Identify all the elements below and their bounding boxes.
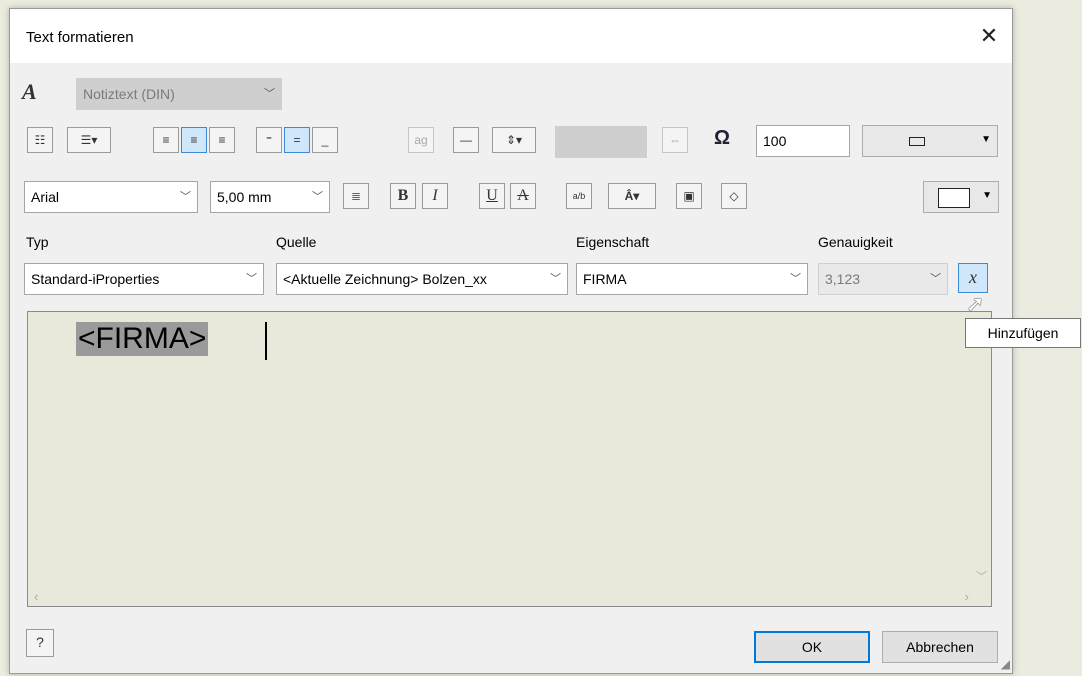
chevron-down-icon: ﹀ [312, 191, 323, 203]
typ-value: Standard-iProperties [31, 271, 160, 287]
chevron-down-icon: ﹀ [550, 273, 561, 285]
scroll-left-icon: ‹ [34, 589, 39, 604]
genauigkeit-label: Genauigkeit [818, 234, 893, 250]
dialog-title: Text formatieren [26, 29, 134, 46]
text-format-dialog: Text formatieren ✕ A Notiztext (DIN) ﹀ ☷… [9, 8, 1013, 674]
text-color-icon[interactable]: ≣ [343, 183, 369, 209]
border-preview-icon [909, 137, 925, 146]
background-select[interactable]: ▼ [923, 181, 999, 213]
text-style-select[interactable]: Notiztext (DIN) ﹀ [76, 78, 282, 110]
cancel-button[interactable]: Abbrechen [882, 631, 998, 663]
stack-icon[interactable]: a/b [566, 183, 592, 209]
align-left-icon[interactable]: ≡ [153, 127, 179, 153]
eigenschaft-select[interactable]: FIRMA ﹀ [576, 263, 808, 295]
font-value: Arial [31, 189, 60, 205]
chevron-down-icon: ▼ [981, 134, 991, 145]
text-frame-icon[interactable]: ▣ [676, 183, 702, 209]
align-top-icon[interactable]: ⁼ [256, 127, 282, 153]
underline-button[interactable]: U [479, 183, 505, 209]
line-spacing-icon[interactable]: ⇕▾ [492, 127, 536, 153]
align-right-icon[interactable]: ≡ [209, 127, 235, 153]
line-spacing-value [555, 126, 647, 158]
chevron-down-icon: ﹀ [930, 273, 941, 285]
chevron-down-icon: ﹀ [180, 191, 191, 203]
stretch-input[interactable]: 100 [756, 125, 850, 157]
title-bar: Text formatieren ✕ [10, 9, 1012, 63]
property-field-token[interactable]: <FIRMA> [76, 322, 209, 356]
text-style-value: Notiztext (DIN) [83, 86, 175, 102]
help-icon: ? [36, 634, 44, 650]
quelle-value: <Aktuelle Zeichnung> Bolzen_xx [283, 271, 487, 287]
stretch-value: 100 [763, 133, 787, 149]
bold-button[interactable]: B [390, 183, 416, 209]
scroll-right-icon: › [964, 589, 969, 604]
fill-color-icon[interactable]: ◇ [721, 183, 747, 209]
align-middle-icon[interactable]: = [284, 127, 310, 153]
font-size-value: 5,00 mm [217, 189, 272, 205]
strikethrough-button[interactable]: A [510, 183, 536, 209]
function-icon: x [969, 267, 977, 287]
fit-text-icon[interactable]: ⇔ [662, 127, 688, 153]
typ-label: Typ [26, 234, 49, 250]
text-caret [265, 322, 267, 360]
typ-select[interactable]: Standard-iProperties ﹀ [24, 263, 264, 295]
italic-button[interactable]: I [422, 183, 448, 209]
horizontal-scrollbar[interactable]: ‹ › [28, 588, 975, 606]
quelle-select[interactable]: <Aktuelle Zeichnung> Bolzen_xx ﹀ [276, 263, 568, 295]
ok-button[interactable]: OK [754, 631, 870, 663]
align-center-icon[interactable]: ≡ [181, 127, 207, 153]
help-button[interactable]: ? [26, 629, 54, 657]
vertical-scrollbar[interactable]: ﹀ [973, 312, 991, 588]
text-editor[interactable]: <FIRMA> ﹀ ‹ › [27, 311, 992, 607]
chevron-down-icon: ﹀ [790, 273, 801, 285]
numbering-icon[interactable]: ☰▾ [67, 127, 111, 153]
chevron-down-icon: ﹀ [246, 273, 257, 285]
quelle-label: Quelle [276, 234, 317, 250]
eigenschaft-label: Eigenschaft [576, 234, 650, 250]
genauigkeit-select[interactable]: 3,123 ﹀ [818, 263, 948, 295]
font-select[interactable]: Arial ﹀ [24, 181, 198, 213]
background-preview-icon [938, 188, 970, 208]
line-icon[interactable]: — [453, 127, 479, 153]
chevron-down-icon: ﹀ [264, 88, 275, 100]
chevron-down-icon: ▼ [982, 190, 992, 201]
border-style-select[interactable]: ▼ [862, 125, 998, 157]
resize-grip-icon[interactable]: ◢ [1001, 657, 1010, 671]
text-style-icon: A [22, 79, 37, 104]
genauigkeit-value: 3,123 [825, 271, 861, 287]
add-tooltip: Hinzufügen [965, 318, 1081, 348]
symbol-insert-icon[interactable]: Â▾ [608, 183, 656, 209]
font-size-select[interactable]: 5,00 mm ﹀ [210, 181, 330, 213]
align-bottom-icon[interactable]: _ [312, 127, 338, 153]
add-field-button[interactable]: x [958, 263, 988, 293]
bullets-icon[interactable]: ☷ [27, 127, 53, 153]
scroll-down-icon: ﹀ [976, 571, 987, 583]
stretch-icon: Ω [714, 127, 731, 149]
char-spacing-icon[interactable]: ag [408, 127, 434, 153]
eigenschaft-value: FIRMA [583, 271, 627, 287]
close-icon[interactable]: ✕ [974, 21, 1004, 51]
